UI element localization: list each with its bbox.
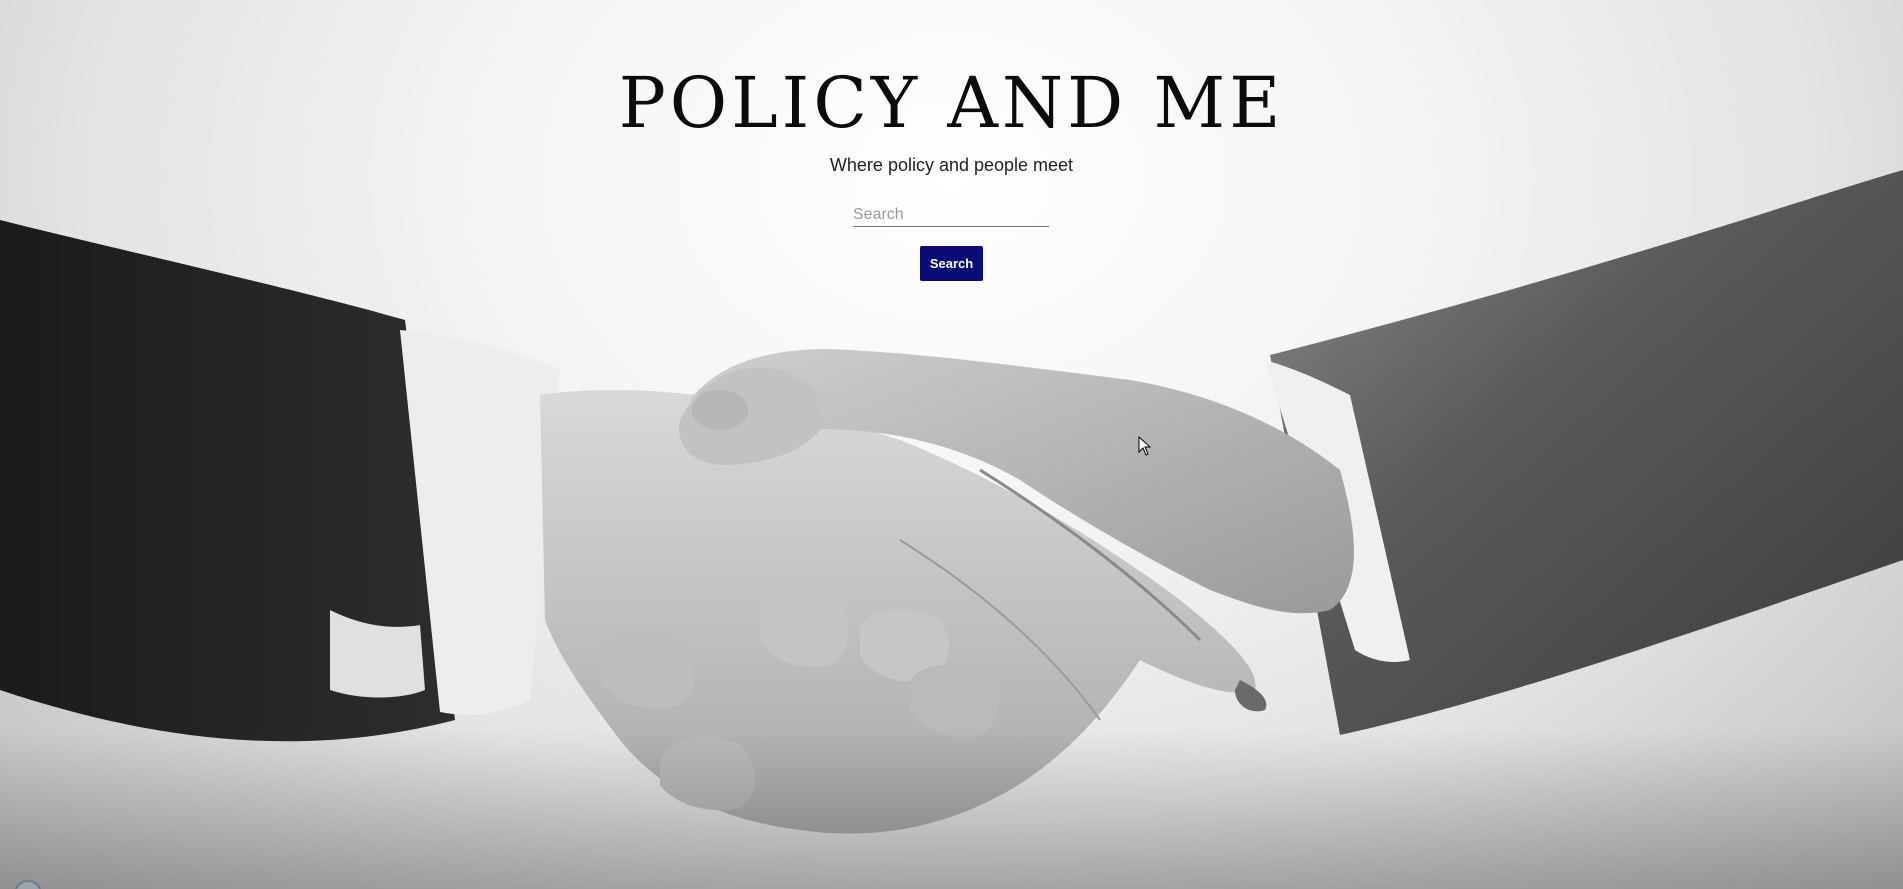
search-button[interactable]: Search xyxy=(920,246,983,281)
search-input[interactable] xyxy=(853,204,1049,227)
cursor-icon xyxy=(1138,436,1152,456)
hero-section: POLICY AND ME Where policy and people me… xyxy=(0,0,1903,889)
site-tagline: Where policy and people meet xyxy=(829,155,1074,175)
site-title: POLICY AND ME xyxy=(618,62,1285,144)
